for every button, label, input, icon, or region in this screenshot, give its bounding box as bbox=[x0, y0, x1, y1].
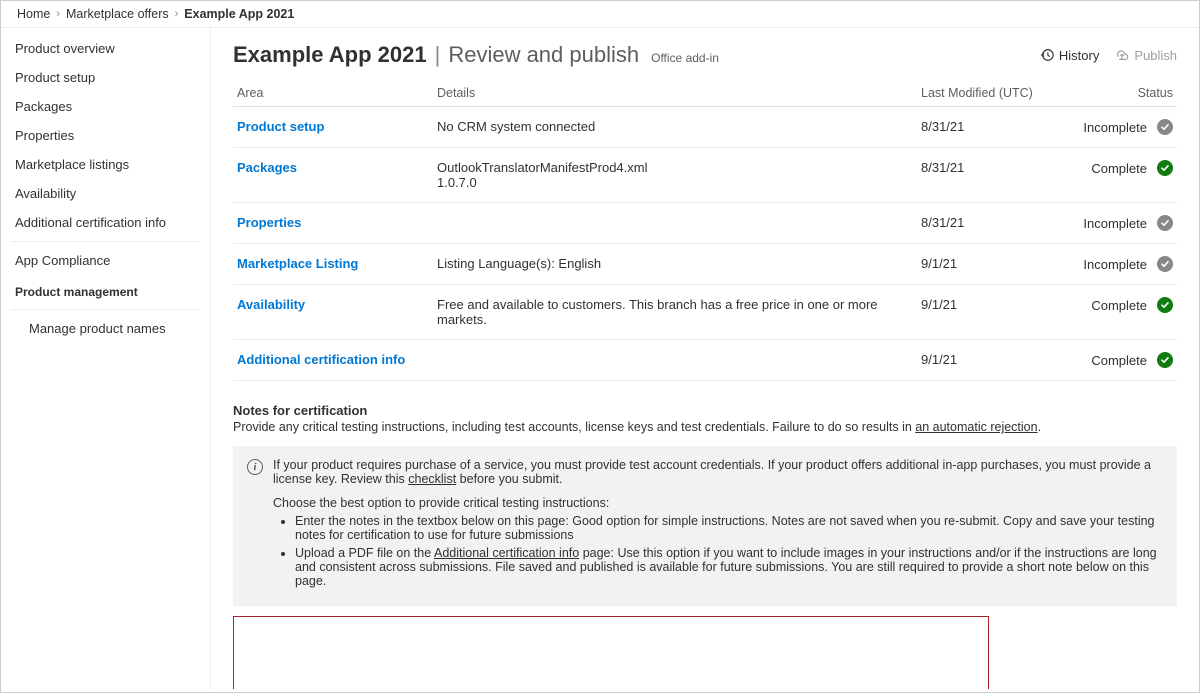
info-bullet-2: Upload a PDF file on the Additional cert… bbox=[295, 546, 1163, 588]
details-cell bbox=[433, 203, 917, 244]
col-last-modified: Last Modified (UTC) bbox=[917, 80, 1057, 107]
table-row: Properties 8/31/21 Incomplete bbox=[233, 203, 1177, 244]
status-text: Complete bbox=[1091, 161, 1147, 176]
sidebar: Product overview Product setup Packages … bbox=[1, 28, 211, 689]
area-link[interactable]: Product setup bbox=[237, 119, 324, 134]
table-row: Product setup No CRM system connected8/31… bbox=[233, 107, 1177, 148]
status-cell: Complete bbox=[1057, 340, 1177, 381]
status-cell: Incomplete bbox=[1057, 244, 1177, 285]
sidebar-divider bbox=[11, 309, 200, 310]
history-button[interactable]: History bbox=[1040, 48, 1099, 63]
status-text: Incomplete bbox=[1083, 216, 1147, 231]
sidebar-item-manage-product-names[interactable]: Manage product names bbox=[1, 314, 210, 343]
last-modified-cell: 8/31/21 bbox=[917, 148, 1057, 203]
history-icon bbox=[1040, 48, 1054, 62]
sidebar-divider bbox=[11, 241, 200, 242]
area-link[interactable]: Packages bbox=[237, 160, 297, 175]
sidebar-item-app-compliance[interactable]: App Compliance bbox=[1, 246, 210, 275]
chevron-right-icon: › bbox=[175, 8, 179, 20]
status-text: Incomplete bbox=[1083, 257, 1147, 272]
checklist-link[interactable]: checklist bbox=[408, 472, 456, 486]
status-cell: Incomplete bbox=[1057, 107, 1177, 148]
breadcrumb-home[interactable]: Home bbox=[17, 7, 50, 21]
area-link[interactable]: Properties bbox=[237, 215, 301, 230]
table-row: Availability Free and available to custom… bbox=[233, 285, 1177, 340]
last-modified-cell: 9/1/21 bbox=[917, 340, 1057, 381]
col-status: Status bbox=[1057, 80, 1177, 107]
last-modified-cell: 9/1/21 bbox=[917, 244, 1057, 285]
sidebar-item-availability[interactable]: Availability bbox=[1, 179, 210, 208]
incomplete-icon bbox=[1157, 256, 1173, 272]
notes-title: Notes for certification bbox=[233, 403, 1177, 418]
area-link[interactable]: Marketplace Listing bbox=[237, 256, 358, 271]
publish-icon bbox=[1115, 48, 1129, 62]
page-subtype: Office add-in bbox=[651, 51, 719, 65]
status-cell: Complete bbox=[1057, 148, 1177, 203]
info-icon: i bbox=[247, 459, 263, 475]
table-row: Packages OutlookTranslatorManifestProd4.x… bbox=[233, 148, 1177, 203]
info-bullet-1: Enter the notes in the textbox below on … bbox=[295, 514, 1163, 542]
main-content: Example App 2021 | Review and publish Of… bbox=[211, 28, 1199, 689]
history-label: History bbox=[1059, 48, 1099, 63]
notes-section: Notes for certification Provide any crit… bbox=[233, 403, 1177, 689]
sidebar-item-product-overview[interactable]: Product overview bbox=[1, 34, 210, 63]
title-separator: | bbox=[435, 42, 441, 68]
status-cell: Complete bbox=[1057, 285, 1177, 340]
last-modified-cell: 8/31/21 bbox=[917, 107, 1057, 148]
publish-top-label: Publish bbox=[1134, 48, 1177, 63]
breadcrumb-marketplace-offers[interactable]: Marketplace offers bbox=[66, 7, 169, 21]
checkmark-icon bbox=[1157, 352, 1173, 368]
choose-intro: Choose the best option to provide critic… bbox=[273, 496, 1163, 510]
checkmark-icon bbox=[1157, 160, 1173, 176]
details-cell bbox=[433, 340, 917, 381]
status-text: Incomplete bbox=[1083, 120, 1147, 135]
area-link[interactable]: Availability bbox=[237, 297, 305, 312]
sidebar-item-additional-cert-info[interactable]: Additional certification info bbox=[1, 208, 210, 237]
col-area: Area bbox=[233, 80, 433, 107]
sidebar-item-properties[interactable]: Properties bbox=[1, 121, 210, 150]
chevron-right-icon: › bbox=[56, 8, 60, 20]
sidebar-item-product-setup[interactable]: Product setup bbox=[1, 63, 210, 92]
checkmark-icon bbox=[1157, 297, 1173, 313]
notes-description: Provide any critical testing instruction… bbox=[233, 420, 1177, 434]
page-title: Review and publish bbox=[448, 42, 639, 68]
incomplete-icon bbox=[1157, 119, 1173, 135]
publish-top-button: Publish bbox=[1115, 48, 1177, 63]
details-cell: No CRM system connected bbox=[433, 107, 917, 148]
status-text: Complete bbox=[1091, 353, 1147, 368]
table-row: Marketplace Listing Listing Language(s): … bbox=[233, 244, 1177, 285]
details-cell: Listing Language(s): English bbox=[433, 244, 917, 285]
sidebar-item-marketplace-listings[interactable]: Marketplace listings bbox=[1, 150, 210, 179]
cert-notes-textarea[interactable] bbox=[233, 616, 989, 689]
incomplete-icon bbox=[1157, 215, 1173, 231]
info-line: If your product requires purchase of a s… bbox=[273, 458, 1163, 486]
table-row: Additional certification info 9/1/21 Compl… bbox=[233, 340, 1177, 381]
additional-cert-info-link[interactable]: Additional certification info bbox=[434, 546, 579, 560]
status-cell: Incomplete bbox=[1057, 203, 1177, 244]
details-cell: Free and available to customers. This br… bbox=[433, 285, 917, 340]
last-modified-cell: 9/1/21 bbox=[917, 285, 1057, 340]
sidebar-section-product-management: Product management bbox=[1, 275, 210, 305]
col-details: Details bbox=[433, 80, 917, 107]
details-cell: OutlookTranslatorManifestProd4.xml 1.0.7… bbox=[433, 148, 917, 203]
sidebar-item-packages[interactable]: Packages bbox=[1, 92, 210, 121]
info-box: i If your product requires purchase of a… bbox=[233, 446, 1177, 606]
breadcrumb: Home › Marketplace offers › Example App … bbox=[1, 1, 1199, 28]
review-table: Area Details Last Modified (UTC) Status … bbox=[233, 80, 1177, 381]
area-link[interactable]: Additional certification info bbox=[237, 352, 405, 367]
auto-rejection-link[interactable]: an automatic rejection bbox=[915, 420, 1037, 434]
page-title-app: Example App 2021 bbox=[233, 42, 427, 68]
breadcrumb-current: Example App 2021 bbox=[184, 7, 294, 21]
last-modified-cell: 8/31/21 bbox=[917, 203, 1057, 244]
status-text: Complete bbox=[1091, 298, 1147, 313]
